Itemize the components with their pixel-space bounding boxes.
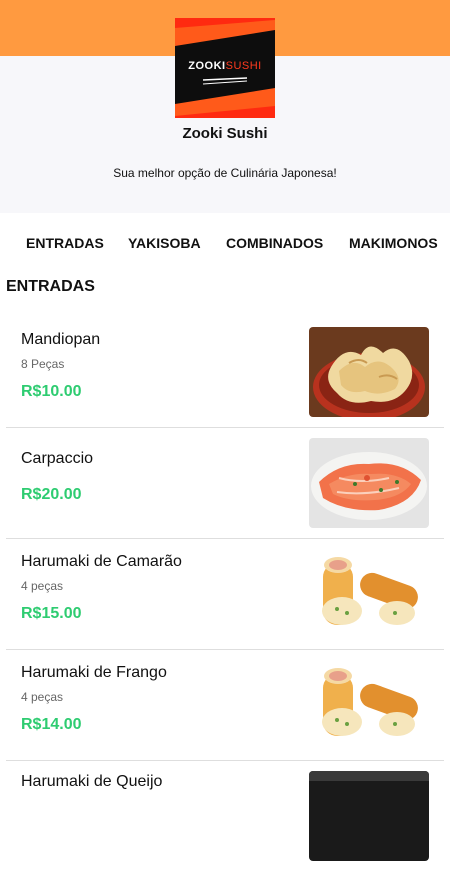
menu-item-harumaki-frango[interactable]: Harumaki de Frango 4 peças R$14.00 (6, 650, 444, 761)
menu-item-harumaki-camarao[interactable]: Harumaki de Camarão 4 peças R$15.00 (6, 539, 444, 650)
tab-makimonos[interactable]: MAKIMONOS (349, 235, 438, 251)
menu-item-harumaki-queijo[interactable]: Harumaki de Queijo (6, 761, 444, 872)
store-logo[interactable]: ZOOKISUSHI (175, 18, 275, 118)
item-name: Carpaccio (21, 450, 94, 467)
item-description: 4 peças (21, 579, 64, 593)
item-price: R$20.00 (21, 486, 82, 503)
tab-entradas[interactable]: ENTRADAS (26, 235, 104, 251)
menu-item-carpaccio[interactable]: Carpaccio R$20.00 (6, 428, 444, 539)
logo-text-sushi: SUSHI (225, 60, 262, 72)
spring-rolls-photo (309, 549, 429, 639)
item-price: R$10.00 (21, 383, 82, 400)
menu-item-mandiopan[interactable]: Mandiopan 8 Peças R$10.00 (6, 317, 444, 428)
store-name: Zooki Sushi (182, 125, 268, 142)
tab-yakisoba[interactable]: YAKISOBA (128, 235, 201, 251)
fried-crackers-photo (309, 327, 429, 417)
logo-wordmark: ZOOKISUSHI (175, 60, 275, 72)
section-title: ENTRADAS (6, 278, 95, 295)
item-name: Harumaki de Frango (21, 664, 167, 681)
salmon-carpaccio-photo (309, 438, 429, 528)
item-price: R$14.00 (21, 716, 82, 733)
category-tabs: ENTRADAS YAKISOBA COMBINADOS MAKIMONOS (0, 213, 450, 271)
item-name: Harumaki de Queijo (21, 773, 163, 790)
tab-combinados[interactable]: COMBINADOS (226, 235, 323, 251)
store-tagline: Sua melhor opção de Culinária Japonesa! (113, 166, 337, 180)
item-name: Mandiopan (21, 331, 101, 348)
item-name: Harumaki de Camarão (21, 553, 182, 570)
item-price: R$15.00 (21, 605, 82, 622)
spring-rolls-photo (309, 660, 429, 750)
item-description: 8 Peças (21, 357, 65, 371)
logo-text-zooki: ZOOKI (188, 60, 226, 72)
dark-dish-photo (309, 771, 429, 861)
item-description: 4 peças (21, 690, 64, 704)
